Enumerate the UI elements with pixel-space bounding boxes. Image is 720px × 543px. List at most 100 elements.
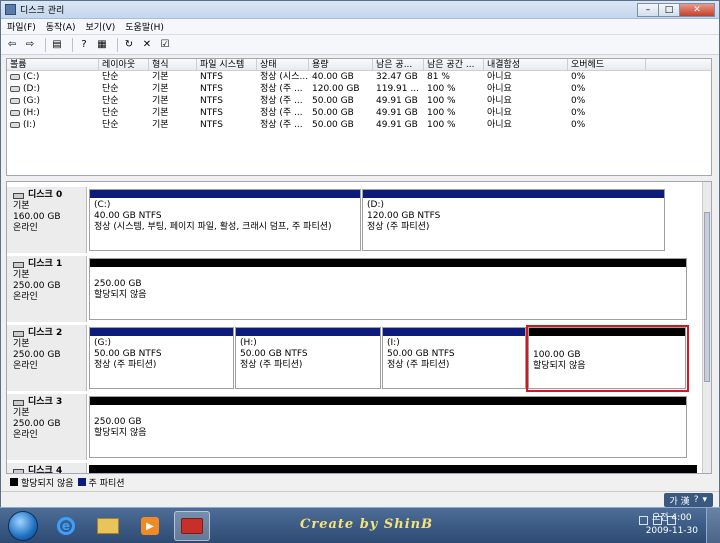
partition-h[interactable]: (H:) 50.00 GB NTFS 정상 (주 파티션) xyxy=(235,327,381,389)
col-volume[interactable]: 볼륨 xyxy=(7,59,99,70)
taskbar-explorer[interactable] xyxy=(90,511,126,541)
taskbar-disk-management[interactable] xyxy=(174,511,210,541)
options-icon[interactable]: ▾ xyxy=(702,495,707,505)
language-bar[interactable]: 가 漢 ? ▾ xyxy=(663,493,713,507)
col-capacity[interactable]: 용량 xyxy=(309,59,373,70)
col-type[interactable]: 형식 xyxy=(149,59,197,70)
title-bar[interactable]: 디스크 관리 – □ ✕ xyxy=(1,1,719,19)
media-player-icon: ▶ xyxy=(141,517,159,535)
vertical-scrollbar[interactable] xyxy=(702,182,711,473)
disk-label[interactable]: 디스크 2 기본 250.00 GB 온라인 xyxy=(7,325,87,391)
partition-bar xyxy=(90,190,360,198)
cell-free-percent: 100 % xyxy=(427,120,456,130)
start-button[interactable] xyxy=(8,511,38,541)
disk-row: 디스크 2 기본 250.00 GB 온라인 (G:) 50.00 GB NTF… xyxy=(7,325,703,392)
cell-layout: 단순 xyxy=(102,108,119,118)
disk-label[interactable]: 디스크 0 기본 160.00 GB 온라인 xyxy=(7,187,87,253)
menu-help[interactable]: 도움말(H) xyxy=(125,20,164,33)
help-icon[interactable]: ? xyxy=(694,495,699,505)
cell-fault-tolerance: 아니요 xyxy=(487,108,512,118)
col-status[interactable]: 상태 xyxy=(257,59,309,70)
cell-capacity: 40.00 GB xyxy=(312,72,354,82)
partition-state: 정상 (시스템, 부팅, 페이지 파일, 활성, 크래시 덤프, 주 파티션) xyxy=(94,222,332,232)
cell-status: 정상 (주 ... xyxy=(260,96,303,106)
drive-icon xyxy=(10,85,20,92)
cell-volume: (I:) xyxy=(23,120,36,130)
properties-icon[interactable]: ▦ xyxy=(95,38,109,52)
language-label[interactable]: 가 漢 xyxy=(670,494,690,507)
partition-unallocated[interactable]: 250.00 GB 할당되지 않음 xyxy=(89,396,687,458)
maximize-button[interactable]: □ xyxy=(658,3,680,17)
partition-g[interactable]: (G:) 50.00 GB NTFS 정상 (주 파티션) xyxy=(89,327,234,389)
taskbar: e ▶ Create by ShinB 오전 4:00 2009-11-30 xyxy=(0,507,720,543)
disk-type: 기본 xyxy=(13,408,30,418)
table-row[interactable]: (I:) 단순 기본 NTFS 정상 (주 ... 50.00 GB 49.91… xyxy=(7,119,711,131)
cell-fault-tolerance: 아니요 xyxy=(487,96,512,106)
console-tree-icon[interactable]: ▤ xyxy=(50,38,64,52)
disk-type: 기본 xyxy=(13,339,30,349)
clock-date: 2009-11-30 xyxy=(645,526,698,536)
menu-file[interactable]: 파일(F) xyxy=(7,20,36,33)
cell-free-percent: 100 % xyxy=(427,84,456,94)
disk-label[interactable]: 디스크 1 기본 250.00 GB 온라인 xyxy=(7,256,87,322)
disk-label[interactable]: 디스크 4 xyxy=(7,463,87,474)
table-row[interactable]: (D:) 단순 기본 NTFS 정상 (주 ... 120.00 GB 119.… xyxy=(7,83,711,95)
cell-filesystem: NTFS xyxy=(200,120,223,130)
partition-d[interactable]: (D:) 120.00 GB NTFS 정상 (주 파티션) xyxy=(362,189,665,251)
forward-arrow-icon[interactable]: ⇨ xyxy=(23,38,37,52)
table-row[interactable]: (G:) 단순 기본 NTFS 정상 (주 ... 50.00 GB 49.91… xyxy=(7,95,711,107)
scrollbar-thumb[interactable] xyxy=(704,212,710,382)
menu-view[interactable]: 보기(V) xyxy=(86,20,116,33)
cell-overhead: 0% xyxy=(571,96,586,106)
help-icon[interactable]: ? xyxy=(77,38,91,52)
partition-info: 40.00 GB NTFS xyxy=(94,211,162,221)
window-title: 디스크 관리 xyxy=(20,6,65,16)
partition-bar xyxy=(236,328,380,336)
cell-layout: 단순 xyxy=(102,72,119,82)
cell-capacity: 120.00 GB xyxy=(312,84,360,94)
disk-name: 디스크 4 xyxy=(28,466,63,474)
disk-label[interactable]: 디스크 3 기본 250.00 GB 온라인 xyxy=(7,394,87,460)
cell-type: 기본 xyxy=(152,96,169,106)
disk-icon xyxy=(13,261,24,268)
toolbox-icon xyxy=(181,518,203,534)
col-free-space[interactable]: 남은 공... xyxy=(373,59,424,70)
disk-icon xyxy=(13,399,24,406)
cell-fault-tolerance: 아니요 xyxy=(487,72,512,82)
cell-status: 정상 (시스... xyxy=(260,72,309,82)
minimize-button[interactable]: – xyxy=(637,3,659,17)
highlight-box xyxy=(526,325,689,392)
cell-status: 정상 (주 ... xyxy=(260,120,303,130)
partition-i[interactable]: (I:) 50.00 GB NTFS 정상 (주 파티션) xyxy=(382,327,526,389)
disk-map: 디스크 0 기본 160.00 GB 온라인 (C:) 40.00 GB NTF… xyxy=(6,181,712,474)
menu-bar: 파일(F) 동작(A) 보기(V) 도움말(H) xyxy=(1,19,719,35)
taskbar-media-player[interactable]: ▶ xyxy=(132,511,168,541)
partition-unallocated[interactable] xyxy=(89,465,697,473)
disk-row: 디스크 1 기본 250.00 GB 온라인 250.00 GB 할당되지 않음 xyxy=(7,256,703,322)
disk-row: 디스크 0 기본 160.00 GB 온라인 (C:) 40.00 GB NTF… xyxy=(7,187,703,253)
table-row[interactable]: (H:) 단순 기본 NTFS 정상 (주 ... 50.00 GB 49.91… xyxy=(7,107,711,119)
disk-name: 디스크 2 xyxy=(28,328,63,338)
col-fault-tolerance[interactable]: 내결함성 xyxy=(484,59,568,70)
partition-bar xyxy=(363,190,664,198)
close-button[interactable]: ✕ xyxy=(679,3,715,17)
table-row[interactable]: (C:) 단순 기본 NTFS 정상 (시스... 40.00 GB 32.47… xyxy=(7,71,711,83)
check-icon[interactable]: ☑ xyxy=(158,38,172,52)
partition-c[interactable]: (C:) 40.00 GB NTFS 정상 (시스템, 부팅, 페이지 파일, … xyxy=(89,189,361,251)
disk-management-icon xyxy=(5,4,16,15)
col-layout[interactable]: 레이아웃 xyxy=(99,59,149,70)
back-arrow-icon[interactable]: ⇦ xyxy=(5,38,19,52)
partition-state: 할당되지 않음 xyxy=(94,428,147,438)
clock[interactable]: 오전 4:00 2009-11-30 xyxy=(646,512,698,538)
show-desktop-button[interactable] xyxy=(706,508,720,543)
partition-bar xyxy=(89,465,697,473)
col-filesystem[interactable]: 파일 시스템 xyxy=(197,59,257,70)
delete-icon[interactable]: ✕ xyxy=(140,38,154,52)
menu-action[interactable]: 동작(A) xyxy=(46,20,76,33)
col-free-percent[interactable]: 남은 공간 ... xyxy=(424,59,484,70)
partition-unallocated[interactable]: 250.00 GB 할당되지 않음 xyxy=(89,258,687,320)
taskbar-ie[interactable]: e xyxy=(48,511,84,541)
col-overhead[interactable]: 오버헤드 xyxy=(568,59,646,70)
legend-primary-swatch xyxy=(77,478,86,486)
refresh-icon[interactable]: ↻ xyxy=(122,38,136,52)
